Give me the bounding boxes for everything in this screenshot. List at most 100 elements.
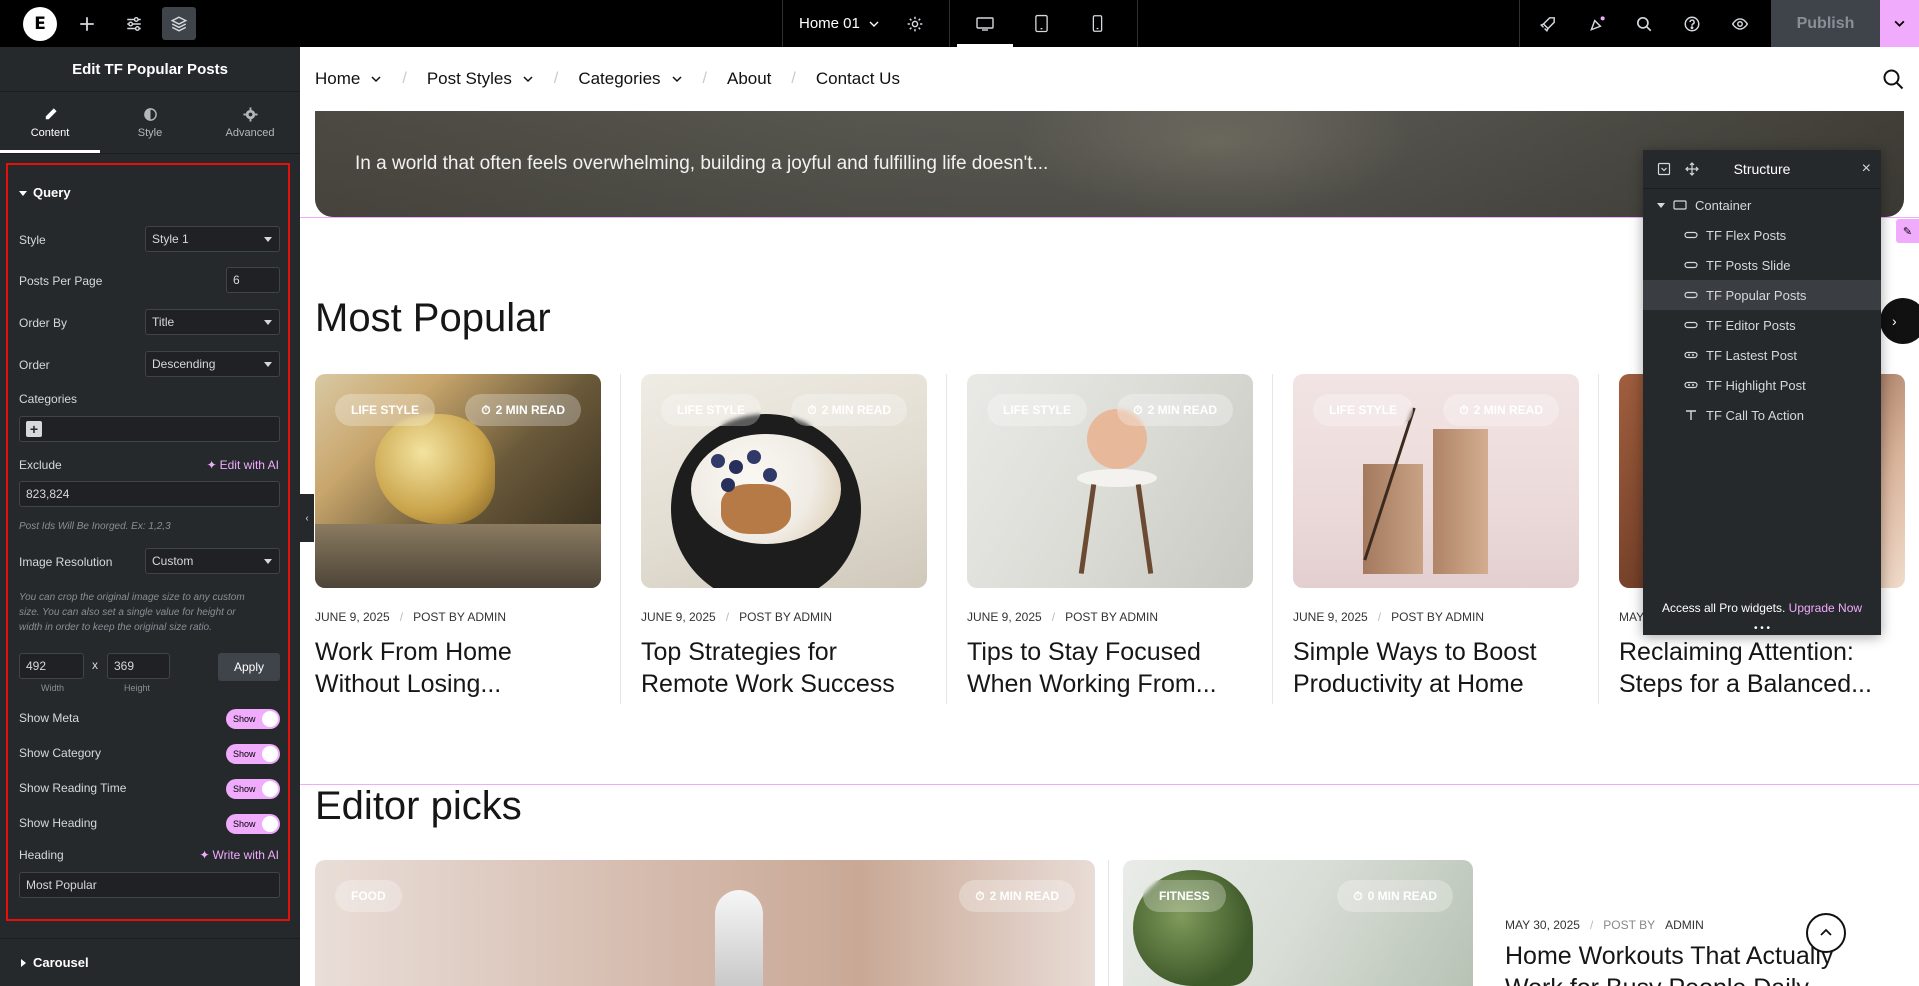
nav-contact-us[interactable]: Contact Us: [816, 69, 900, 89]
meta-separator: /: [399, 610, 404, 624]
structure-item[interactable]: TF Lastest Post: [1643, 340, 1881, 370]
tablet-view-icon[interactable]: [1013, 0, 1069, 47]
structure-item[interactable]: TF Highlight Post: [1643, 370, 1881, 400]
apply-button[interactable]: Apply: [218, 653, 280, 681]
post-title[interactable]: Tips to Stay Focused When Working From..…: [967, 636, 1253, 700]
post-title[interactable]: Simple Ways to Boost Productivity at Hom…: [1293, 636, 1579, 700]
write-with-ai-link[interactable]: ✦ Write with AI: [199, 848, 279, 862]
mobile-view-icon[interactable]: [1069, 0, 1125, 47]
editor-post-card[interactable]: FOOD ⏱ 2 MIN READ: [315, 860, 1095, 986]
show-meta-toggle[interactable]: Show: [226, 709, 280, 729]
preview-eye-icon[interactable]: [1723, 7, 1757, 40]
hero-excerpt[interactable]: In a world that often feels overwhelming…: [355, 153, 1048, 175]
scroll-to-top-chevron-up-icon[interactable]: [1806, 913, 1846, 953]
post-title[interactable]: Top Strategies for Remote Work Success: [641, 636, 927, 700]
add-category-icon[interactable]: +: [26, 421, 42, 437]
category-badge[interactable]: LIFE STYLE: [1313, 394, 1414, 426]
page-settings-gear-icon[interactable]: [898, 7, 932, 40]
page-selector[interactable]: Home 01: [782, 0, 880, 47]
divider: [949, 0, 950, 47]
post-author[interactable]: POST BY ADMIN: [413, 610, 506, 624]
desktop-view-icon[interactable]: [957, 0, 1013, 47]
wood-block-tall: [1433, 429, 1488, 574]
edit-with-ai-link[interactable]: ✦ Edit with AI: [207, 458, 279, 472]
heading-input[interactable]: Most Popular: [19, 872, 280, 898]
search-icon[interactable]: [1627, 7, 1661, 40]
posts-per-page-input[interactable]: 6: [226, 267, 280, 293]
resize-grip-icon[interactable]: • • •: [1643, 624, 1881, 634]
tab-content[interactable]: Content: [0, 92, 100, 153]
carousel-section[interactable]: Carousel: [0, 938, 300, 986]
nav-separator: /: [791, 70, 796, 87]
meta-separator: /: [1589, 918, 1594, 932]
order-by-select[interactable]: Title: [145, 309, 280, 335]
collapse-all-icon[interactable]: [1657, 162, 1671, 176]
tab-advanced[interactable]: Advanced: [200, 92, 300, 153]
image-resolution-select[interactable]: Custom: [145, 548, 280, 574]
publish-button[interactable]: Publish: [1771, 0, 1880, 47]
upgrade-now-link[interactable]: Upgrade Now: [1789, 601, 1862, 615]
query-section-toggle[interactable]: Query: [19, 185, 71, 200]
category-badge[interactable]: LIFE STYLE: [661, 394, 762, 426]
exclude-input[interactable]: 823,824: [19, 481, 280, 507]
nav-post-styles[interactable]: Post Styles: [427, 69, 534, 89]
page-name: Home 01: [799, 15, 860, 32]
post-author[interactable]: ADMIN: [1665, 918, 1704, 932]
post-thumbnail[interactable]: LIFE STYLE ⏱ 2 MIN READ: [315, 374, 601, 588]
tab-style[interactable]: Style: [100, 92, 200, 153]
post-author[interactable]: POST BY ADMIN: [739, 610, 832, 624]
post-card[interactable]: LIFE STYLE ⏱ 2 MIN READ JUNE 9, 2025 / POST…: [967, 374, 1253, 704]
structure-item-active[interactable]: TF Popular Posts: [1643, 280, 1881, 310]
post-card[interactable]: LIFE STYLE ⏱ 2 MIN READ JUNE 9, 2025 / POST…: [1293, 374, 1579, 704]
structure-layers-icon[interactable]: [162, 7, 196, 40]
post-author[interactable]: POST BY ADMIN: [1391, 610, 1484, 624]
structure-item[interactable]: TF Flex Posts: [1643, 220, 1881, 250]
image-height-input[interactable]: 369: [107, 653, 170, 679]
carousel-next-arrow-icon[interactable]: ›: [1880, 298, 1919, 344]
help-icon[interactable]: [1675, 7, 1709, 40]
post-title[interactable]: Work From Home Without Losing...: [315, 636, 601, 700]
editor-post-card[interactable]: FITNESS ⏱ 0 MIN READ: [1123, 860, 1473, 986]
category-badge[interactable]: FITNESS: [1143, 880, 1226, 912]
nav-categories[interactable]: Categories: [578, 69, 682, 89]
style-select[interactable]: Style 1: [145, 226, 280, 252]
structure-item[interactable]: TF Editor Posts: [1643, 310, 1881, 340]
post-thumbnail[interactable]: LIFE STYLE ⏱ 2 MIN READ: [641, 374, 927, 588]
category-badge[interactable]: FOOD: [335, 880, 402, 912]
structure-root-container[interactable]: Container: [1643, 190, 1881, 220]
structure-item[interactable]: TF Posts Slide: [1643, 250, 1881, 280]
collapse-panel-chevron-left-icon[interactable]: ‹: [300, 494, 314, 542]
nav-home[interactable]: Home: [315, 69, 382, 89]
publish-options-chevron-icon[interactable]: [1880, 0, 1919, 47]
show-heading-toggle[interactable]: Show: [226, 814, 280, 834]
post-card[interactable]: LIFE STYLE ⏱ 2 MIN READ JUNE 9, 2025 / POST…: [315, 374, 601, 704]
search-icon[interactable]: [1881, 67, 1905, 91]
structure-item-label: TF Posts Slide: [1706, 257, 1791, 273]
elementor-logo-icon[interactable]: E: [23, 7, 57, 41]
categories-field[interactable]: +: [19, 416, 280, 442]
edit-with-ai-label: Edit with AI: [219, 458, 279, 472]
order-select[interactable]: Descending: [145, 351, 280, 377]
site-settings-icon[interactable]: [117, 7, 151, 40]
post-thumbnail[interactable]: LIFE STYLE ⏱ 2 MIN READ: [967, 374, 1253, 588]
image-resolution-label: Image Resolution: [19, 555, 113, 569]
tab-label: Style: [137, 126, 163, 139]
nav-about[interactable]: About: [727, 69, 771, 89]
expand-arrows-icon[interactable]: [1685, 162, 1699, 176]
show-category-toggle[interactable]: Show: [226, 744, 280, 764]
edit-section-pencil-icon[interactable]: ✎: [1896, 219, 1919, 243]
show-reading-time-toggle[interactable]: Show: [226, 779, 280, 799]
structure-item[interactable]: TF Call To Action: [1643, 400, 1881, 430]
add-element-icon[interactable]: [70, 7, 104, 40]
post-thumbnail[interactable]: LIFE STYLE ⏱ 2 MIN READ: [1293, 374, 1579, 588]
post-card[interactable]: LIFE STYLE ⏱ 2 MIN READ JUNE 9, 2025 / POST…: [641, 374, 927, 704]
close-icon[interactable]: ×: [1862, 160, 1871, 178]
carousel-section-toggle[interactable]: Carousel: [19, 955, 89, 970]
whats-new-icon[interactable]: [1580, 7, 1614, 40]
rocket-icon[interactable]: [1531, 7, 1565, 40]
image-width-input[interactable]: 492: [19, 653, 84, 679]
category-badge[interactable]: LIFE STYLE: [987, 394, 1088, 426]
post-title[interactable]: Reclaiming Attention: Steps for a Balanc…: [1619, 636, 1905, 700]
post-author[interactable]: POST BY ADMIN: [1065, 610, 1158, 624]
category-badge[interactable]: LIFE STYLE: [335, 394, 436, 426]
